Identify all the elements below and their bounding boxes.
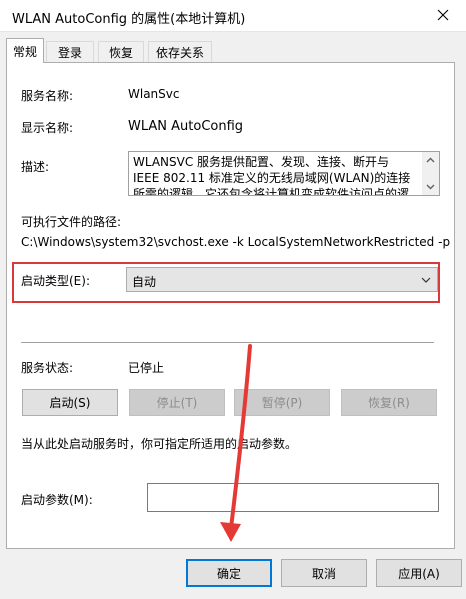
tab-recovery[interactable]: 恢复 [98,41,144,62]
description-text: WLANSVC 服务提供配置、发现、连接、断开与 IEEE 802.11 标准定… [133,155,411,196]
tab-logon[interactable]: 登录 [46,41,94,62]
window-title: WLAN AutoConfig 的属性(本地计算机) [12,12,246,27]
params-input[interactable] [147,483,439,512]
display-name-value: WLAN AutoConfig [128,119,244,134]
ok-button[interactable]: 确定 [186,559,272,587]
service-name-value: WlanSvc [128,87,180,101]
tab-dependencies[interactable]: 依存关系 [148,41,212,62]
pause-button[interactable]: 暂停(P) [234,389,330,416]
cancel-button[interactable]: 取消 [281,559,367,587]
tab-general[interactable]: 常规 [6,38,44,63]
startup-hint: 当从此处启动服务时，你可指定所适用的启动参数。 [21,437,298,451]
params-label: 启动参数(M): [21,493,93,507]
close-icon [437,9,449,21]
divider [21,342,434,343]
service-name-label: 服务名称: [21,89,74,103]
close-button[interactable] [426,1,460,29]
general-panel: 服务名称: WlanSvc 显示名称: WLAN AutoConfig 描述: … [6,62,455,549]
startup-type-select[interactable]: 自动 [126,267,438,292]
scroll-down-icon[interactable] [425,181,436,192]
stop-button[interactable]: 停止(T) [129,389,225,416]
apply-button[interactable]: 应用(A) [376,559,462,587]
description-box[interactable]: WLANSVC 服务提供配置、发现、连接、断开与 IEEE 802.11 标准定… [128,151,440,196]
description-scrollbar[interactable] [422,152,439,195]
status-label: 服务状态: [21,361,74,375]
resume-button[interactable]: 恢复(R) [341,389,437,416]
chevron-down-icon [421,277,431,283]
description-label: 描述: [21,160,50,174]
scroll-up-icon[interactable] [425,155,436,166]
display-name-label: 显示名称: [21,121,74,135]
startup-type-value: 自动 [132,275,157,289]
title-bar: WLAN AutoConfig 的属性(本地计算机) [0,0,466,32]
start-button[interactable]: 启动(S) [22,389,118,416]
exe-path-value: C:\Windows\system32\svchost.exe -k Local… [21,235,451,249]
status-value: 已停止 [128,361,165,375]
exe-path-label: 可执行文件的路径: [21,215,122,229]
startup-type-label: 启动类型(E): [21,274,90,288]
